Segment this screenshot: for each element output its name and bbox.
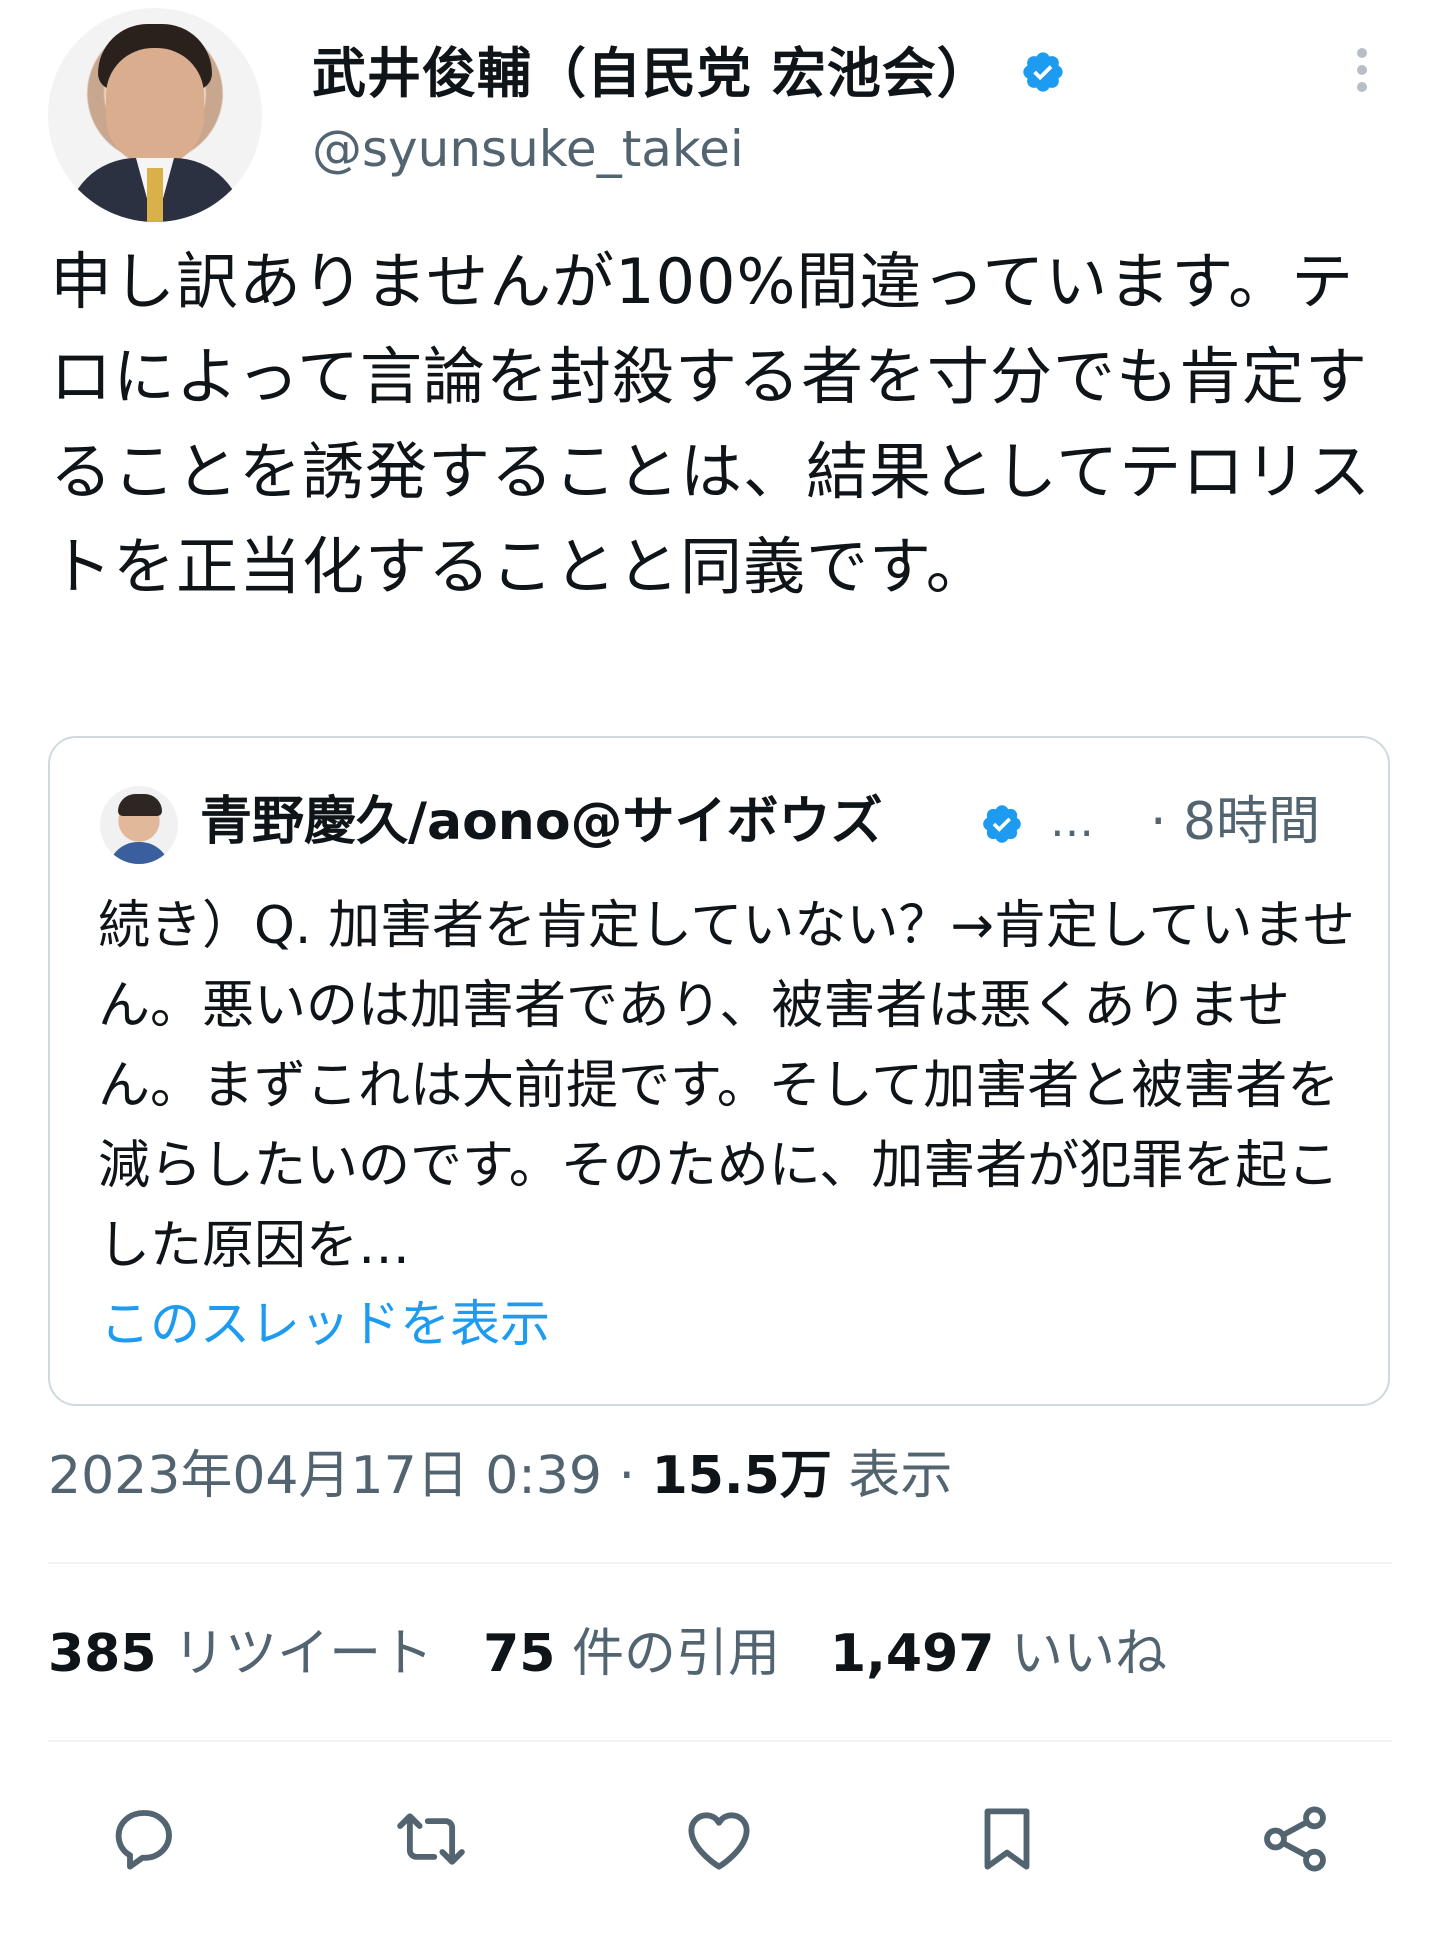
bookmark-button[interactable]: [962, 1794, 1052, 1884]
avatar-tie: [147, 168, 163, 222]
avatar-face: [106, 48, 204, 166]
likes-stat[interactable]: 1,497 いいね: [830, 1624, 1167, 1684]
divider-bottom: [48, 1740, 1392, 1742]
retweet-button[interactable]: [386, 1794, 476, 1884]
like-button[interactable]: [674, 1794, 764, 1884]
quoted-timestamp[interactable]: · 8時間: [1150, 782, 1320, 862]
tweet-text: 申し訳ありませんが100%間違っています。テロによって言論を封殺する者を寸分でも…: [50, 245, 1372, 603]
author-handle[interactable]: @syunsuke_takei: [312, 114, 744, 184]
share-button[interactable]: [1250, 1794, 1340, 1884]
verified-badge-icon: [1020, 41, 1066, 113]
retweets-count: 385: [48, 1624, 157, 1684]
bookmark-icon: [984, 1808, 1030, 1870]
author-avatar[interactable]: [48, 8, 262, 222]
tweet-meta: 2023年04月17日 0:39 · 15.5万 表示: [48, 1436, 952, 1516]
quoted-avatar-shirt: [108, 842, 170, 864]
share-icon: [1264, 1806, 1326, 1872]
reply-icon: [115, 1810, 172, 1870]
more-options-icon[interactable]: [1342, 42, 1382, 102]
divider-top: [48, 1562, 1392, 1564]
quoted-verified-badge-icon: [980, 802, 1024, 850]
views-label: 表示: [831, 1446, 953, 1506]
retweets-stat[interactable]: 385 リツイート: [48, 1624, 433, 1684]
retweet-icon: [397, 1813, 465, 1865]
likes-count: 1,497: [829, 1624, 995, 1684]
quoted-author-name: 青野慶久/aono@サイボウズ: [200, 792, 883, 852]
quoted-tweet-card[interactable]: 青野慶久/aono@サイボウズ … · 8時間 続き）Q. 加害者を肯定していな…: [48, 736, 1390, 1406]
quoted-name-ellipsis: …: [1050, 796, 1094, 847]
views-count: 15.5万: [651, 1446, 832, 1506]
like-icon: [688, 1812, 750, 1870]
quotes-count: 75: [483, 1624, 556, 1684]
quotes-label: 件の引用: [555, 1624, 780, 1684]
retweets-label: リツイート: [156, 1624, 434, 1684]
quoted-avatar-hair: [118, 794, 162, 816]
quoted-author-avatar[interactable]: [100, 786, 178, 864]
tweet-timestamp[interactable]: 2023年04月17日 0:39 ·: [48, 1446, 652, 1506]
reply-button[interactable]: [98, 1794, 188, 1884]
likes-label: いいね: [994, 1624, 1167, 1684]
show-thread-link[interactable]: このスレッドを表示: [100, 1288, 550, 1360]
author-display-name[interactable]: 武井俊輔（自民党 宏池会）: [312, 38, 1066, 113]
quotes-stat[interactable]: 75 件の引用: [483, 1624, 780, 1684]
tweet-stats: 385 リツイート 75 件の引用 1,497 いいね: [48, 1614, 1167, 1694]
quoted-tweet-text: 続き）Q. 加害者を肯定していない？→肯定していません。悪いのは加害者であり、被…: [98, 896, 1355, 1276]
author-display-name-text[interactable]: 武井俊輔（自民党 宏池会）: [312, 42, 992, 105]
